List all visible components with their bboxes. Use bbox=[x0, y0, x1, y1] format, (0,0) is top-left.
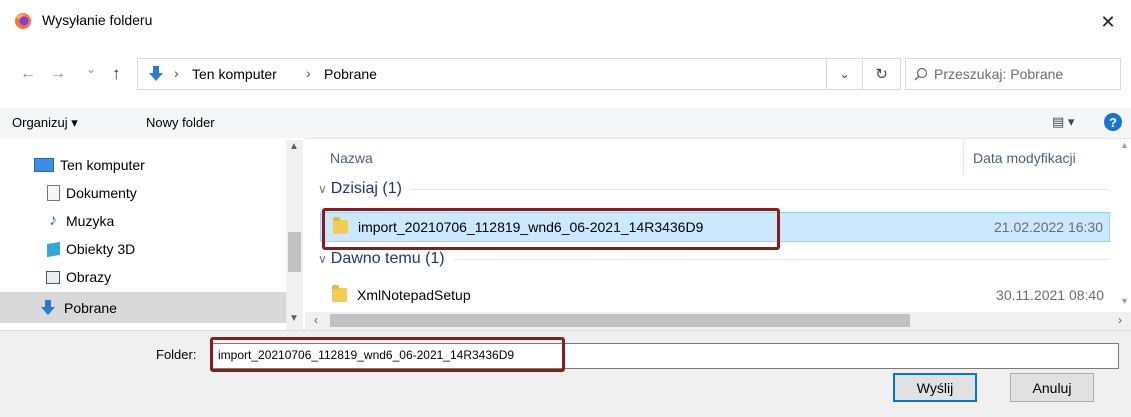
view-options-icon[interactable]: ▤ ▾ bbox=[1052, 114, 1074, 130]
organize-button[interactable]: Organizuj ▾ bbox=[12, 115, 78, 131]
up-arrow-icon[interactable]: ↑ bbox=[112, 64, 121, 84]
new-folder-button[interactable]: Nowy folder bbox=[146, 115, 215, 130]
scroll-down-icon[interactable]: ▼ bbox=[289, 313, 299, 324]
column-header-name[interactable]: Nazwa bbox=[330, 150, 373, 166]
close-icon: ✕ bbox=[1100, 11, 1116, 32]
scroll-right-icon[interactable]: › bbox=[1118, 313, 1122, 327]
scroll-left-icon[interactable]: ‹ bbox=[314, 313, 318, 327]
send-button[interactable]: Wyślij bbox=[893, 373, 977, 402]
group-divider bbox=[409, 188, 1108, 190]
list-item[interactable]: XmlNotepadSetup 30.11.2021 08:40 bbox=[320, 280, 1110, 310]
download-arrow-icon bbox=[149, 66, 163, 81]
window-title: Wysyłanie folderu bbox=[42, 12, 153, 28]
download-icon bbox=[41, 300, 55, 315]
sidebar-scrollbar-thumb[interactable] bbox=[288, 232, 301, 272]
title-bar bbox=[0, 0, 1131, 44]
picture-icon bbox=[46, 269, 60, 285]
sidebar-item-label: Obrazy bbox=[66, 269, 112, 285]
recent-locations-icon[interactable]: ⌄ bbox=[86, 62, 96, 76]
scroll-up-icon[interactable]: ▲ bbox=[289, 141, 299, 152]
breadcrumb-separator: › bbox=[174, 65, 179, 81]
document-icon bbox=[46, 185, 60, 201]
breadcrumb-pobrane[interactable]: Pobrane bbox=[324, 66, 377, 82]
search-placeholder: Przeszukaj: Pobrane bbox=[934, 66, 1064, 82]
highlight-box bbox=[210, 337, 565, 372]
group-label: Dawno temu (1) bbox=[330, 250, 445, 267]
group-header-today[interactable]: ∨ Dzisiaj (1) bbox=[318, 180, 1108, 198]
sidebar-item-dokumenty[interactable]: Dokumenty bbox=[46, 180, 296, 206]
close-button[interactable]: ✕ bbox=[1085, 0, 1131, 44]
search-input[interactable]: Przeszukaj: Pobrane bbox=[905, 58, 1121, 90]
column-divider bbox=[963, 140, 964, 176]
sidebar-item-obrazy[interactable]: Obrazy bbox=[46, 264, 296, 290]
cancel-button[interactable]: Anuluj bbox=[1010, 373, 1094, 402]
sidebar-item-label: Ten komputer bbox=[60, 157, 145, 173]
music-icon: ♪ bbox=[49, 212, 57, 229]
sidebar-item-label: Dokumenty bbox=[66, 185, 137, 201]
firefox-icon bbox=[15, 13, 31, 29]
refresh-button[interactable]: ↻ bbox=[863, 58, 901, 90]
group-divider bbox=[452, 258, 1108, 260]
horizontal-scrollbar-thumb[interactable] bbox=[330, 314, 910, 327]
chevron-down-icon: ⌄ bbox=[839, 67, 850, 81]
help-icon[interactable]: ? bbox=[1104, 113, 1122, 131]
folder-label: Folder: bbox=[156, 347, 197, 362]
sidebar-item-muzyka[interactable]: ♪ Muzyka bbox=[46, 208, 296, 234]
address-bar[interactable]: › Ten komputer › Pobrane bbox=[137, 58, 827, 90]
group-header-long-ago[interactable]: ∨ Dawno temu (1) bbox=[318, 250, 1108, 268]
scroll-up-icon[interactable]: ▲ bbox=[1120, 140, 1129, 150]
sidebar-item-label: Obiekty 3D bbox=[66, 241, 136, 257]
column-header-date[interactable]: Data modyfikacji bbox=[973, 150, 1076, 166]
sidebar-item-label: Muzyka bbox=[66, 213, 115, 229]
sidebar-item-label: Pobrane bbox=[64, 300, 117, 316]
back-arrow-icon[interactable]: ← bbox=[20, 65, 36, 83]
sidebar-item-ten-komputer[interactable]: Ten komputer bbox=[34, 152, 284, 178]
highlight-box bbox=[322, 208, 780, 250]
file-date: 21.02.2022 16:30 bbox=[994, 219, 1103, 235]
search-icon bbox=[914, 67, 928, 81]
refresh-icon: ↻ bbox=[875, 66, 888, 83]
scroll-down-icon[interactable]: ▼ bbox=[1120, 296, 1129, 306]
folder-icon bbox=[332, 285, 347, 302]
forward-arrow-icon[interactable]: → bbox=[50, 65, 66, 83]
file-name: XmlNotepadSetup bbox=[357, 287, 471, 303]
computer-icon bbox=[34, 157, 54, 173]
sidebar-item-obiekty-3d[interactable]: Obiekty 3D bbox=[46, 236, 296, 262]
breadcrumb-ten-komputer[interactable]: Ten komputer bbox=[192, 66, 277, 82]
file-date: 30.11.2021 08:40 bbox=[996, 287, 1104, 303]
sidebar-item-pobrane[interactable]: Pobrane bbox=[38, 295, 288, 321]
chevron-down-icon: ∨ bbox=[318, 252, 327, 266]
address-dropdown-button[interactable]: ⌄ bbox=[827, 58, 863, 90]
breadcrumb-separator: › bbox=[306, 65, 311, 81]
group-label: Dzisiaj (1) bbox=[330, 180, 402, 197]
chevron-down-icon: ∨ bbox=[318, 182, 327, 196]
cube-icon bbox=[46, 241, 60, 257]
